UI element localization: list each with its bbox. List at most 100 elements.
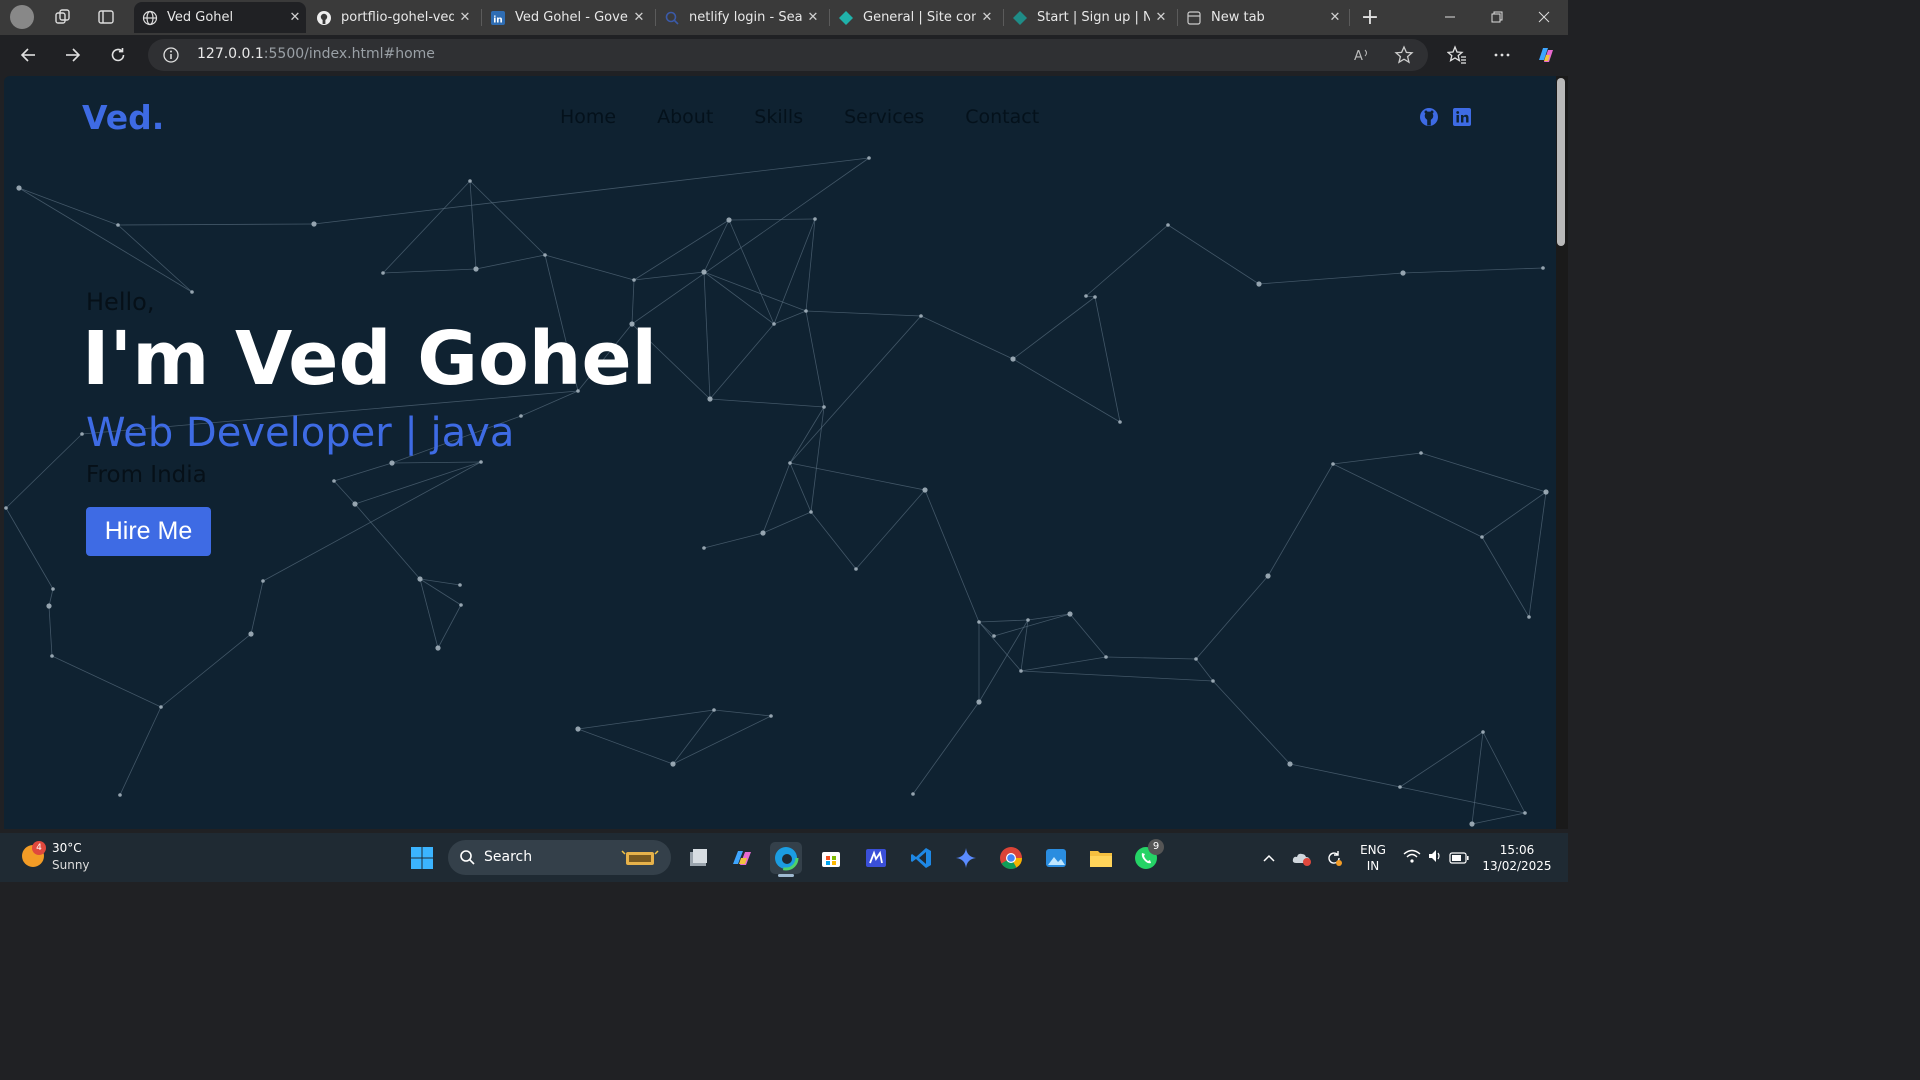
- chevron-up-icon[interactable]: [1253, 842, 1285, 874]
- region-code: IN: [1366, 859, 1380, 873]
- tab-github[interactable]: portflio-gohel-ved1/ ✕: [308, 2, 476, 33]
- nav-home[interactable]: Home: [560, 106, 616, 128]
- edge-icon[interactable]: [770, 842, 802, 877]
- close-tab-icon[interactable]: ✕: [976, 10, 998, 25]
- close-tab-icon[interactable]: ✕: [628, 10, 650, 25]
- network-node: [822, 405, 826, 409]
- site-info-icon[interactable]: [162, 46, 180, 64]
- network-link: [119, 706, 162, 796]
- close-tab-icon[interactable]: ✕: [284, 10, 306, 25]
- network-link: [920, 315, 1014, 360]
- network-link: [333, 480, 356, 505]
- network-node: [1067, 611, 1073, 617]
- copilot-icon[interactable]: [726, 842, 758, 874]
- network-link: [703, 532, 764, 549]
- back-button[interactable]: [14, 41, 42, 69]
- search-placeholder: Search: [484, 849, 533, 865]
- network-link: [1332, 463, 1483, 538]
- network-node: [1256, 281, 1262, 287]
- favorites-icon[interactable]: [1443, 41, 1471, 69]
- address-bar[interactable]: 127.0.0.1:5500/index.html#home A: [148, 39, 1428, 71]
- favorite-star-icon[interactable]: [1394, 45, 1414, 65]
- close-window-button[interactable]: [1521, 0, 1567, 34]
- hire-me-button[interactable]: Hire Me: [86, 507, 211, 556]
- minimize-button[interactable]: [1427, 0, 1473, 34]
- refresh-button[interactable]: [104, 41, 132, 69]
- sparkle-icon[interactable]: [950, 842, 982, 874]
- network-node: [51, 587, 55, 591]
- hero-heading: I'm Ved Gohel: [82, 316, 658, 402]
- tab-title: New tab: [1211, 10, 1265, 25]
- active-app-indicator: [778, 874, 794, 877]
- more-menu-icon[interactable]: [1488, 41, 1516, 69]
- onedrive-icon[interactable]: [1286, 842, 1318, 874]
- svg-text:A: A: [1354, 49, 1363, 64]
- new-tab-button[interactable]: +: [1347, 0, 1393, 34]
- network-node: [459, 603, 463, 607]
- github-icon[interactable]: [1418, 106, 1440, 128]
- forward-button[interactable]: [59, 41, 87, 69]
- copilot-icon[interactable]: [1532, 41, 1560, 69]
- tab-title: Start | Sign up | Netl: [1037, 10, 1150, 25]
- nav-skills[interactable]: Skills: [754, 106, 803, 128]
- close-tab-icon[interactable]: ✕: [802, 10, 824, 25]
- network-node: [543, 253, 547, 257]
- network-link: [912, 701, 980, 795]
- network-link: [728, 219, 775, 325]
- linkedin-icon[interactable]: [1451, 106, 1473, 128]
- clock[interactable]: 15:06 13/02/2025: [1480, 842, 1554, 874]
- store-icon[interactable]: [815, 842, 847, 874]
- windows-taskbar: 4 30°C Sunny Search 9 ENG IN 15:06 13/02…: [0, 833, 1568, 882]
- close-tab-icon[interactable]: ✕: [1150, 10, 1172, 25]
- vscode-icon[interactable]: [905, 842, 937, 874]
- network-node: [519, 414, 523, 418]
- explorer-icon[interactable]: [1085, 842, 1117, 874]
- nav-services[interactable]: Services: [844, 106, 924, 128]
- network-node: [118, 793, 122, 797]
- close-tab-icon[interactable]: ✕: [454, 10, 476, 25]
- language-indicator[interactable]: ENG IN: [1356, 842, 1390, 874]
- tab-linkedin[interactable]: in Ved Gohel - Governm ✕: [482, 2, 650, 33]
- network-node: [1469, 821, 1475, 827]
- language-code: ENG: [1360, 843, 1386, 857]
- network-link: [805, 310, 825, 408]
- workspaces-icon[interactable]: [52, 6, 74, 28]
- tab-ved-gohel[interactable]: Ved Gohel ✕: [134, 2, 306, 33]
- network-link: [250, 580, 264, 635]
- profile-avatar[interactable]: [10, 5, 34, 29]
- network-link: [703, 271, 711, 400]
- file-icon[interactable]: [682, 842, 714, 874]
- network-node: [381, 271, 385, 275]
- network-node: [389, 460, 395, 466]
- nav-contact[interactable]: Contact: [965, 106, 1039, 128]
- network-link: [672, 715, 772, 765]
- network-node: [1543, 489, 1549, 495]
- network-node: [760, 530, 766, 536]
- close-tab-icon[interactable]: ✕: [1324, 10, 1346, 25]
- tab-actions-icon[interactable]: [95, 6, 117, 28]
- tab-site-config[interactable]: General | Site config ✕: [830, 2, 998, 33]
- restore-button[interactable]: [1474, 0, 1520, 34]
- newtab-icon: [1186, 10, 1202, 26]
- network-link: [1528, 491, 1547, 618]
- taskbar-search[interactable]: Search: [448, 840, 671, 875]
- sync-icon[interactable]: [1318, 842, 1350, 874]
- tab-netlify-search[interactable]: netlify login - Search ✕: [656, 2, 824, 33]
- chrome-icon[interactable]: [995, 842, 1027, 874]
- whatsapp-icon[interactable]: 9: [1130, 839, 1164, 874]
- network-link: [333, 462, 393, 482]
- network-link: [810, 511, 857, 570]
- mathematica-icon[interactable]: [860, 842, 892, 874]
- url-text[interactable]: 127.0.0.1:5500/index.html#home: [197, 46, 435, 62]
- svg-text:in: in: [493, 15, 503, 25]
- read-aloud-icon[interactable]: A: [1352, 45, 1372, 65]
- scrollbar-thumb[interactable]: [1557, 78, 1565, 246]
- nav-about[interactable]: About: [657, 106, 713, 128]
- start-icon[interactable]: [406, 842, 438, 874]
- network-link: [1069, 613, 1107, 658]
- photos-icon[interactable]: [1040, 842, 1072, 874]
- site-logo[interactable]: Ved.: [82, 98, 164, 137]
- tab-netlify-signup[interactable]: Start | Sign up | Netl ✕: [1004, 2, 1172, 33]
- quick-settings[interactable]: [1396, 842, 1476, 874]
- tab-new-tab[interactable]: New tab ✕: [1178, 2, 1346, 33]
